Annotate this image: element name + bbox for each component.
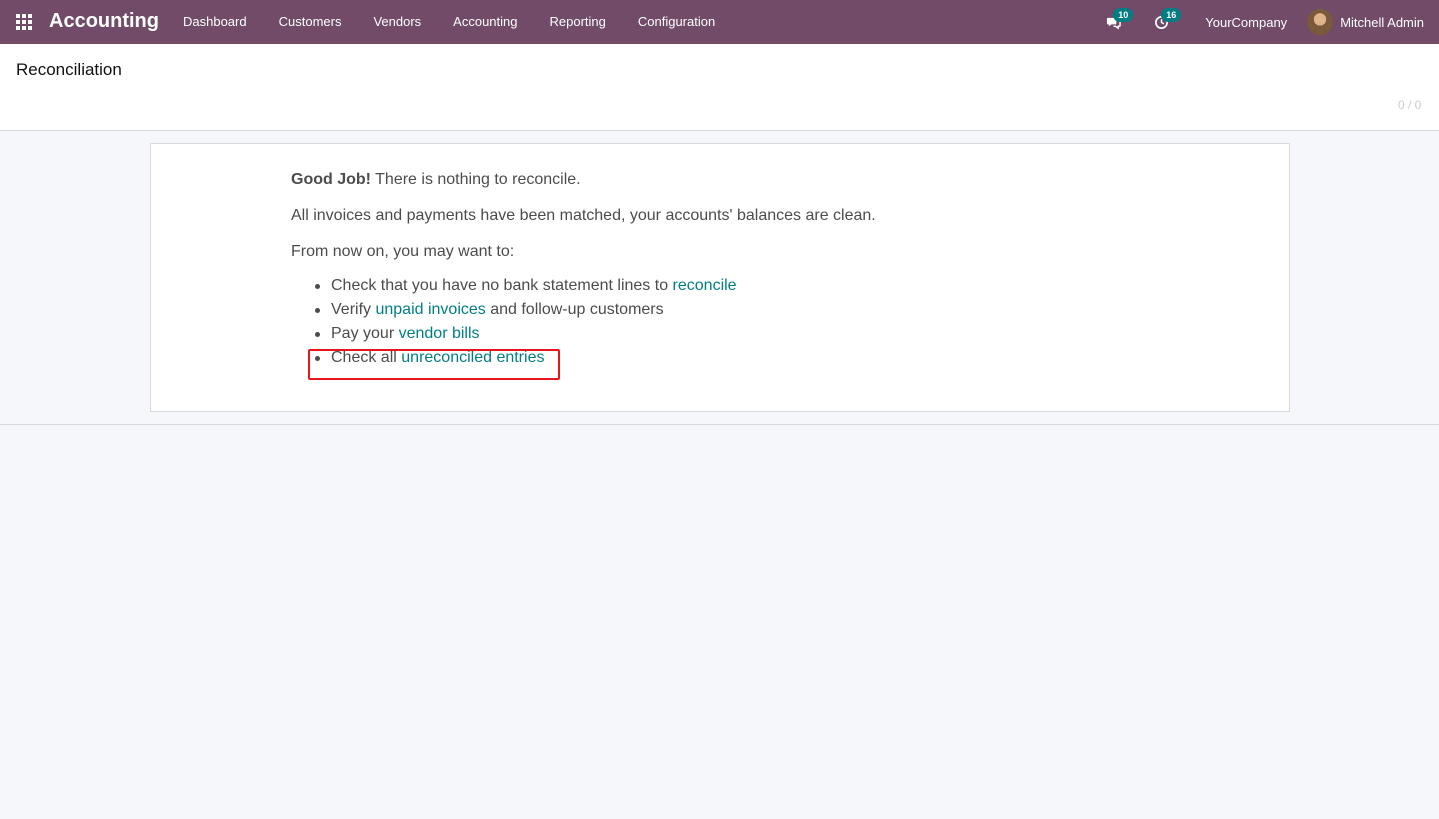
nothing-to-reconcile-text: There is nothing to reconcile. xyxy=(375,171,581,188)
list-item-text: Pay your xyxy=(331,325,395,342)
matched-text: All invoices and payments have been matc… xyxy=(291,207,876,224)
control-panel: Reconciliation 0 / 0 xyxy=(0,44,1439,131)
messages-badge: 10 xyxy=(1113,8,1134,22)
top-navbar: Accounting Dashboard Customers Vendors A… xyxy=(0,0,1439,44)
page-title: Reconciliation xyxy=(16,60,122,79)
company-switcher[interactable]: YourCompany xyxy=(1185,15,1307,30)
activities-button[interactable]: 16 xyxy=(1137,0,1185,44)
menu-item-dashboard[interactable]: Dashboard xyxy=(167,0,263,44)
list-item: Check that you have no bank statement li… xyxy=(313,276,876,295)
content-area: Good Job! There is nothing to reconcile.… xyxy=(0,131,1439,425)
card-body: Good Job! There is nothing to reconcile.… xyxy=(291,170,876,372)
messages-button[interactable]: 10 xyxy=(1089,0,1137,44)
menu-item-accounting[interactable]: Accounting xyxy=(437,0,533,44)
main-menu: Dashboard Customers Vendors Accounting R… xyxy=(167,0,731,44)
list-item: Verify unpaid invoices and follow-up cus… xyxy=(313,300,876,319)
avatar xyxy=(1307,9,1334,35)
highlight-box xyxy=(308,349,560,380)
app-brand[interactable]: Accounting xyxy=(49,10,159,33)
unpaid-invoices-link[interactable]: unpaid invoices xyxy=(375,301,485,318)
list-item-text-after: and follow-up customers xyxy=(490,301,664,318)
activities-badge: 16 xyxy=(1161,8,1182,22)
menu-item-reporting[interactable]: Reporting xyxy=(534,0,622,44)
menu-item-customers[interactable]: Customers xyxy=(263,0,358,44)
list-item-text: Verify xyxy=(331,301,372,318)
pager: 0 / 0 xyxy=(1398,98,1422,112)
vendor-bills-link[interactable]: vendor bills xyxy=(399,325,480,342)
user-menu[interactable]: Mitchell Admin xyxy=(1307,9,1439,35)
systray: 10 16 YourCompany Mitchell Admin xyxy=(1089,0,1439,44)
reconciliation-done-card: Good Job! There is nothing to reconcile.… xyxy=(150,143,1290,412)
good-job-line: Good Job! There is nothing to reconcile. xyxy=(291,170,876,189)
menu-item-vendors[interactable]: Vendors xyxy=(357,0,437,44)
reconcile-link[interactable]: reconcile xyxy=(673,277,737,294)
menu-item-configuration[interactable]: Configuration xyxy=(622,0,731,44)
user-name: Mitchell Admin xyxy=(1340,14,1424,30)
list-item: Pay your vendor bills xyxy=(313,324,876,343)
apps-grid-icon[interactable] xyxy=(16,14,32,30)
list-item-text: Check that you have no bank statement li… xyxy=(331,277,669,294)
good-job-text: Good Job! xyxy=(291,171,371,188)
from-now-text: From now on, you may want to: xyxy=(291,243,515,260)
